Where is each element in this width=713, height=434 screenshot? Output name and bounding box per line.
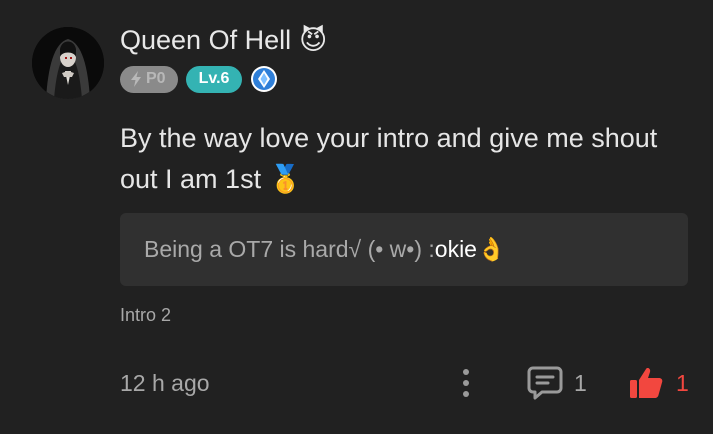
avatar[interactable] bbox=[32, 27, 104, 99]
medal-emoji: 🥇 bbox=[268, 164, 303, 194]
points-badge[interactable]: P0 bbox=[120, 65, 178, 93]
quote-highlight: okie bbox=[434, 236, 477, 262]
quote-text: Being a OT7 is hard√ (• w•) : bbox=[144, 236, 435, 262]
comment-body: By the way love your intro and give me s… bbox=[120, 123, 658, 194]
level-badge[interactable]: Lv.6 bbox=[185, 65, 243, 93]
gem-badge-icon bbox=[251, 66, 278, 92]
more-vertical-icon bbox=[463, 369, 469, 397]
source-link[interactable]: Intro 2 bbox=[120, 305, 171, 326]
level-label: Lv.6 bbox=[198, 70, 230, 87]
username-row[interactable]: Queen Of Hell 😈 bbox=[120, 22, 327, 58]
comment-card: Queen Of Hell 😈 P0 Lv.6 By the way love … bbox=[0, 0, 713, 434]
like-button[interactable]: 1 bbox=[628, 362, 689, 404]
thumbs-up-icon bbox=[630, 368, 663, 398]
like-count: 1 bbox=[676, 369, 689, 396]
quoted-reply[interactable]: Being a OT7 is hard√ (• w•) : okie 👌 bbox=[120, 213, 688, 286]
lightning-icon bbox=[131, 71, 141, 87]
badge-row: P0 Lv.6 bbox=[120, 65, 278, 93]
reply-button[interactable]: 1 bbox=[526, 362, 587, 404]
more-options-button[interactable] bbox=[452, 366, 480, 400]
gem-badge[interactable] bbox=[250, 65, 278, 93]
comment-bubble-icon bbox=[527, 366, 563, 400]
reply-count: 1 bbox=[574, 369, 587, 396]
ok-hand-emoji: 👌 bbox=[476, 236, 506, 262]
points-label: P0 bbox=[146, 70, 166, 87]
comment-text: By the way love your intro and give me s… bbox=[120, 118, 690, 200]
devil-emoji: 😈 bbox=[299, 24, 328, 55]
username[interactable]: Queen Of Hell bbox=[120, 25, 291, 56]
avatar-image bbox=[32, 27, 104, 99]
timestamp: 12 h ago bbox=[120, 370, 210, 396]
